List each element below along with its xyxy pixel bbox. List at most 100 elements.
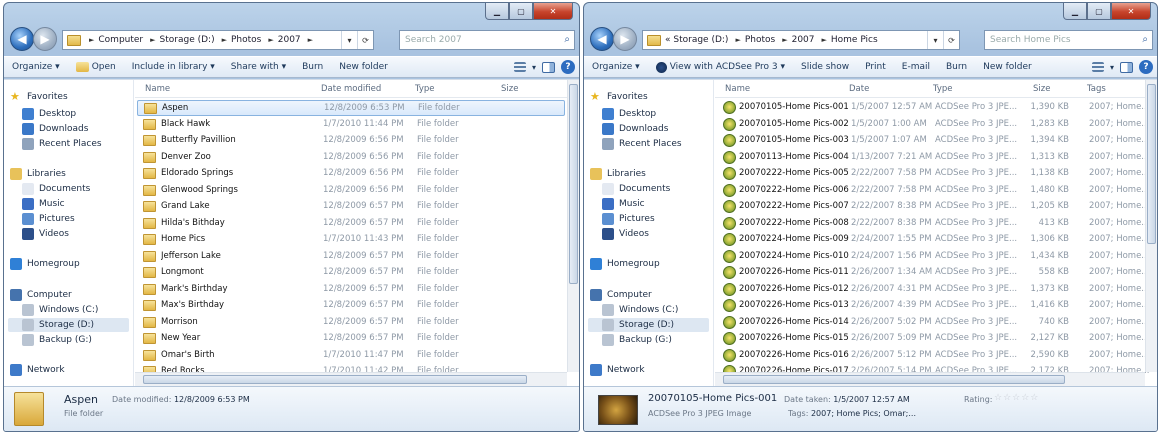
minimize-button[interactable]: ▁ (1063, 3, 1087, 20)
nav-item-windows-c[interactable]: Windows (C:) (22, 303, 98, 317)
nav-item-recent-places[interactable]: Recent Places (22, 137, 102, 151)
view-dropdown-icon[interactable]: ▾ (1110, 63, 1114, 72)
file-row[interactable]: 20070226-Home Pics-016 2/26/2007 5:12 PM A… (717, 348, 1149, 364)
refresh-icon[interactable]: ⟳ (943, 31, 959, 49)
horizontal-scrollbar[interactable] (715, 372, 1145, 386)
column-header-size[interactable]: Size (501, 84, 518, 94)
explorer-window-2007[interactable]: ▁ ▢ ✕ ◀ ▶ ► Computer ► Storage (D:) ► Phot… (3, 2, 580, 432)
view-options-icon[interactable] (513, 62, 526, 72)
organize-button[interactable]: Organize ▾ (584, 62, 648, 72)
search-icon[interactable]: ⌕ (564, 34, 570, 45)
file-row[interactable]: 20070105-Home Pics-001 1/5/2007 12:57 AM A… (717, 100, 1149, 116)
address-dropdown-icon[interactable]: ▾ (927, 31, 943, 49)
nav-item-storage-d[interactable]: Storage (D:) (588, 318, 709, 332)
nav-item-music[interactable]: Music (22, 197, 65, 211)
nav-item-downloads[interactable]: Downloads (22, 122, 88, 136)
address-bar[interactable]: ► Computer ► Storage (D:) ► Photos ► 2007 ► … (62, 30, 374, 50)
breadcrumb-item[interactable]: Photos (745, 35, 775, 45)
vertical-scroll-thumb[interactable] (569, 84, 578, 284)
back-button[interactable]: ◀ (10, 27, 34, 51)
nav-item-videos[interactable]: Videos (602, 227, 649, 241)
file-row[interactable]: 20070226-Home Pics-013 2/26/2007 4:39 PM A… (717, 298, 1149, 314)
maximize-button[interactable]: ▢ (509, 3, 533, 20)
file-row[interactable]: 20070222-Home Pics-005 2/22/2007 7:58 PM A… (717, 166, 1149, 182)
breadcrumb-item[interactable]: Computer (98, 35, 143, 45)
file-row[interactable]: 20070222-Home Pics-008 2/22/2007 8:38 PM A… (717, 216, 1149, 232)
file-row[interactable]: Mark's Birthday 12/8/2009 6:57 PM File fol… (137, 282, 565, 298)
file-row[interactable]: Denver Zoo 12/8/2009 6:56 PM File folder (137, 150, 565, 166)
nav-item-backup-g[interactable]: Backup (G:) (22, 333, 92, 347)
address-dropdown-icon[interactable]: ▾ (341, 31, 357, 49)
file-row[interactable]: Morrison 12/8/2009 6:57 PM File folder (137, 315, 565, 331)
breadcrumb-item[interactable]: Storage (D:) (160, 35, 215, 45)
nav-item-favorites[interactable]: ★ Favorites (590, 90, 648, 104)
breadcrumb-item[interactable]: Photos (231, 35, 261, 45)
forward-button[interactable]: ▶ (613, 27, 637, 51)
breadcrumb-item[interactable]: « Storage (D:) (665, 35, 728, 45)
file-row[interactable]: Longmont 12/8/2009 6:57 PM File folder (137, 265, 565, 281)
file-row[interactable]: Home Pics 1/7/2010 11:43 PM File folder (137, 232, 565, 248)
nav-item-homegroup[interactable]: Homegroup (10, 257, 80, 271)
breadcrumb-item[interactable]: Home Pics (831, 35, 878, 45)
search-icon[interactable]: ⌕ (1142, 34, 1148, 45)
file-row[interactable]: 20070224-Home Pics-010 2/24/2007 1:56 PM A… (717, 249, 1149, 265)
file-row[interactable]: Grand Lake 12/8/2009 6:57 PM File folder (137, 199, 565, 215)
open-button[interactable]: Open (68, 62, 124, 72)
nav-item-desktop[interactable]: Desktop (22, 107, 76, 121)
nav-item-recent-places[interactable]: Recent Places (602, 137, 682, 151)
file-row[interactable]: 20070105-Home Pics-003 1/5/2007 1:07 AM AC… (717, 133, 1149, 149)
column-header-type[interactable]: Type (933, 84, 953, 94)
horizontal-scrollbar[interactable] (135, 372, 567, 386)
preview-pane-icon[interactable] (542, 61, 555, 73)
nav-item-documents[interactable]: Documents (602, 182, 670, 196)
column-header-name[interactable]: Name (725, 84, 750, 94)
new-folder-button[interactable]: New folder (331, 62, 396, 72)
breadcrumb-item[interactable]: 2007 (792, 35, 815, 45)
slide-show-button[interactable]: Slide show (793, 62, 857, 72)
column-header-tags[interactable]: Tags (1087, 84, 1106, 94)
nav-item-libraries[interactable]: Libraries (590, 167, 646, 181)
file-row[interactable]: Max's Birthday 12/8/2009 6:57 PM File fold… (137, 298, 565, 314)
refresh-icon[interactable]: ⟳ (357, 31, 373, 49)
file-row[interactable]: Jefferson Lake 12/8/2009 6:57 PM File fold… (137, 249, 565, 265)
file-row[interactable]: Butterfly Pavillion 12/8/2009 6:56 PM File… (137, 133, 565, 149)
file-row[interactable]: 20070226-Home Pics-012 2/26/2007 4:31 PM A… (717, 282, 1149, 298)
address-bar[interactable]: « Storage (D:) ► Photos ► 2007 ► Home Pics … (642, 30, 960, 50)
view-with-acdsee-button[interactable]: View with ACDSee Pro 3 ▾ (648, 61, 793, 73)
file-row[interactable]: 20070226-Home Pics-015 2/26/2007 5:09 PM A… (717, 331, 1149, 347)
minimize-button[interactable]: ▁ (485, 3, 509, 20)
file-row[interactable]: New Year 12/8/2009 6:57 PM File folder (137, 331, 565, 347)
rating-stars[interactable]: ☆☆☆☆☆ (994, 393, 1039, 403)
column-header-name[interactable]: Name (145, 84, 170, 94)
close-button[interactable]: ✕ (1111, 3, 1151, 20)
nav-item-computer[interactable]: Computer (590, 288, 652, 302)
nav-item-computer[interactable]: Computer (10, 288, 72, 302)
nav-item-homegroup[interactable]: Homegroup (590, 257, 660, 271)
view-options-icon[interactable] (1091, 62, 1104, 72)
file-row[interactable]: 20070222-Home Pics-006 2/22/2007 7:58 PM A… (717, 183, 1149, 199)
back-button[interactable]: ◀ (590, 27, 614, 51)
search-input[interactable]: Search 2007 ⌕ (399, 30, 575, 50)
nav-item-network[interactable]: Network (590, 363, 645, 377)
file-row[interactable]: 20070224-Home Pics-009 2/24/2007 1:55 PM A… (717, 232, 1149, 248)
nav-item-windows-c[interactable]: Windows (C:) (602, 303, 678, 317)
close-button[interactable]: ✕ (533, 3, 573, 20)
column-header-size[interactable]: Size (1033, 84, 1050, 94)
file-row[interactable]: 20070222-Home Pics-007 2/22/2007 8:38 PM A… (717, 199, 1149, 215)
details-tags[interactable]: Tags: 2007; Home Pics; Omar;... (788, 409, 916, 418)
file-row[interactable]: 20070226-Home Pics-014 2/26/2007 5:02 PM A… (717, 315, 1149, 331)
file-row[interactable]: Hilda's Bithday 12/8/2009 6:57 PM File fol… (137, 216, 565, 232)
nav-item-network[interactable]: Network (10, 363, 65, 377)
file-row[interactable]: Aspen 12/8/2009 6:53 PM File folder (137, 100, 565, 116)
column-header-type[interactable]: Type (415, 84, 435, 94)
horizontal-scroll-thumb[interactable] (143, 375, 527, 384)
print-button[interactable]: Print (857, 62, 894, 72)
explorer-window-home-pics[interactable]: ▁ ▢ ✕ ◀ ▶ « Storage (D:) ► Photos ► 2007 ► … (583, 2, 1158, 432)
horizontal-scroll-thumb[interactable] (723, 375, 1065, 384)
help-icon[interactable]: ? (1139, 60, 1153, 74)
vertical-scrollbar[interactable] (567, 80, 579, 372)
file-row[interactable]: 20070105-Home Pics-002 1/5/2007 1:00 AM AC… (717, 117, 1149, 133)
nav-item-music[interactable]: Music (602, 197, 645, 211)
file-row[interactable]: 20070226-Home Pics-011 2/26/2007 1:34 AM A… (717, 265, 1149, 281)
file-row[interactable]: Black Hawk 1/7/2010 11:44 PM File folder (137, 117, 565, 133)
